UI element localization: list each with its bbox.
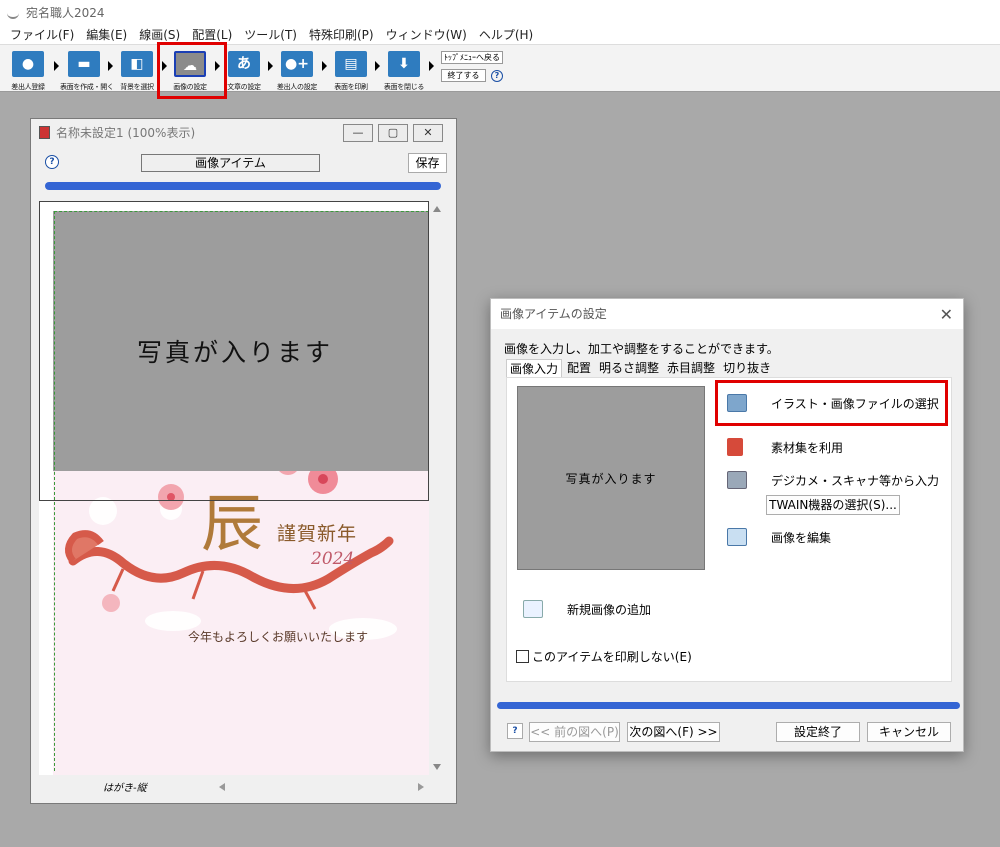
item-type-field: 画像アイテム <box>141 154 320 172</box>
app-title: 宛名職人2024 <box>26 5 105 20</box>
image-item-frame <box>39 201 429 501</box>
use-material-action[interactable]: 素材集を利用 <box>727 438 843 456</box>
save-button[interactable]: 保存 <box>408 153 447 173</box>
close-front-label: 表面を閉じる <box>383 83 425 91</box>
app-icon <box>6 5 20 19</box>
menu-special-print[interactable]: 特殊印刷(P) <box>303 26 380 43</box>
edit-image-action[interactable]: 画像を編集 <box>727 528 831 546</box>
highlight-image-settings <box>157 42 227 99</box>
step-arrow-icon <box>54 61 59 71</box>
toolbar-help-icon[interactable]: ? <box>491 70 503 82</box>
app-titlebar: 宛名職人2024 <box>0 0 1000 24</box>
document-progress-bar <box>45 182 441 190</box>
print-front-button[interactable]: ▤ 表面を印刷 <box>327 48 375 92</box>
add-new-image-action[interactable]: 新規画像の追加 <box>523 600 651 618</box>
dialog-close-icon[interactable]: ✕ <box>940 305 953 324</box>
dialog-tabs: 画像入力 配置 明るさ調整 赤目調整 切り抜き <box>506 359 776 377</box>
postcard-canvas[interactable]: 写真が入ります 辰 謹賀新年 2024 今年もよろしくお願いいたします <box>39 201 429 775</box>
create-open-button[interactable]: ▬ 表面を作成・開く <box>60 48 114 92</box>
text-icon: あ <box>228 51 260 77</box>
camera-scanner-action[interactable]: デジカメ・スキャナ等から入力 <box>727 471 939 489</box>
twain-select-button[interactable]: TWAIN機器の選択(S)... <box>766 495 900 515</box>
do-not-print-checkbox[interactable]: このアイテムを印刷しない(E) <box>516 648 692 665</box>
preview-text: 写真が入ります <box>565 471 657 486</box>
menu-layout[interactable]: 配置(L) <box>186 26 238 43</box>
menu-bar: ファイル(F) 編集(E) 線画(S) 配置(L) ツール(T) 特殊印刷(P)… <box>0 24 1000 44</box>
close-window-button[interactable]: ✕ <box>413 124 443 142</box>
background-select-button[interactable]: ◧ 背景を選択 <box>113 48 161 92</box>
tab-crop[interactable]: 切り抜き <box>720 359 774 377</box>
highlight-select-file <box>715 380 948 426</box>
material-book-icon <box>727 438 743 456</box>
sender-register-button[interactable]: ● 差出人登録 <box>4 48 52 92</box>
next-figure-button[interactable]: 次の図へ(F) >> <box>627 722 720 742</box>
menu-help[interactable]: ヘルプ(H) <box>473 26 539 43</box>
document-help-icon[interactable]: ? <box>45 155 59 169</box>
use-material-label: 素材集を利用 <box>771 440 844 455</box>
close-front-button[interactable]: ⬇ 表面を閉じる <box>380 48 428 92</box>
document-title: 名称未設定1 (100%表示) <box>56 125 196 140</box>
maximize-button[interactable]: ▢ <box>378 124 408 142</box>
edit-image-label: 画像を編集 <box>771 530 832 545</box>
document-icon <box>39 125 50 139</box>
menu-tools[interactable]: ツール(T) <box>238 26 303 43</box>
add-new-image-label: 新規画像の追加 <box>567 602 652 617</box>
menu-file[interactable]: ファイル(F) <box>4 26 80 43</box>
tab-image-input[interactable]: 画像入力 <box>506 359 563 377</box>
checkbox-box[interactable] <box>516 650 529 663</box>
scroll-down-icon[interactable] <box>433 764 441 770</box>
image-item-settings-dialog: 画像アイテムの設定 ✕ 画像を入力し、加工や調整をすることができます。 画像入力… <box>490 298 964 752</box>
scroll-right-icon[interactable] <box>418 783 424 791</box>
scroll-up-icon[interactable] <box>433 206 441 212</box>
menu-window[interactable]: ウィンドウ(W) <box>380 26 473 43</box>
finish-settings-button[interactable]: 設定終了 <box>776 722 860 742</box>
vertical-scrollbar[interactable] <box>429 201 446 775</box>
document-statusbar: はがき-縦 <box>31 775 456 803</box>
print-front-label: 表面を印刷 <box>334 83 368 91</box>
picture-icon: ◧ <box>121 51 153 77</box>
background-select-label: 背景を選択 <box>120 83 154 91</box>
text-settings-button[interactable]: あ 文章の設定 <box>220 48 268 92</box>
sender-settings-label: 差出人の設定 <box>276 83 318 91</box>
dialog-description: 画像を入力し、加工や調整をすることができます。 <box>504 342 779 356</box>
step-arrow-icon <box>429 61 434 71</box>
prev-figure-button[interactable]: << 前の図へ(P) <box>529 722 620 742</box>
edit-image-icon <box>727 528 747 546</box>
download-icon: ⬇ <box>388 51 420 77</box>
image-preview: 写真が入ります <box>517 386 705 570</box>
sender-register-label: 差出人登録 <box>11 83 45 91</box>
dialog-title: 画像アイテムの設定 <box>491 299 963 329</box>
camera-scanner-label: デジカメ・スキャナ等から入力 <box>771 473 940 488</box>
camera-icon <box>727 471 747 489</box>
create-open-label: 表面を作成・開く <box>60 83 114 91</box>
wizard-toolbar: ● 差出人登録 ▬ 表面を作成・開く ◧ 背景を選択 ☁ 画像の設定 あ 文章の… <box>0 44 1000 92</box>
menu-draw[interactable]: 線画(S) <box>133 26 186 43</box>
printer-icon: ▤ <box>335 51 367 77</box>
paper-size-label: はがき-縦 <box>103 783 147 794</box>
folder-icon: ▬ <box>68 51 100 77</box>
tab-brightness[interactable]: 明るさ調整 <box>596 359 662 377</box>
document-window: 名称未設定1 (100%表示) — ▢ ✕ ? 画像アイテム 保存 写真が入りま… <box>30 118 457 804</box>
new-image-icon <box>523 600 543 618</box>
cancel-button[interactable]: キャンセル <box>867 722 951 742</box>
tab-red-eye[interactable]: 赤目調整 <box>664 359 718 377</box>
dialog-help-button[interactable]: ? <box>507 723 523 739</box>
tab-layout[interactable]: 配置 <box>564 359 594 377</box>
add-person-icon: ●+ <box>281 51 313 77</box>
do-not-print-label: このアイテムを印刷しない(E) <box>532 650 692 664</box>
text-settings-label: 文章の設定 <box>227 83 261 91</box>
minimize-button[interactable]: — <box>343 124 373 142</box>
menu-edit[interactable]: 編集(E) <box>80 26 133 43</box>
person-icon: ● <box>12 51 44 77</box>
dialog-progress-bar <box>497 702 960 709</box>
top-menu-button[interactable]: ﾄｯﾌﾟﾒﾆｭｰへ戻る <box>441 51 503 64</box>
exit-button[interactable]: 終了する <box>441 69 486 82</box>
scroll-left-icon[interactable] <box>219 783 225 791</box>
sender-settings-button[interactable]: ●+ 差出人の設定 <box>273 48 321 92</box>
